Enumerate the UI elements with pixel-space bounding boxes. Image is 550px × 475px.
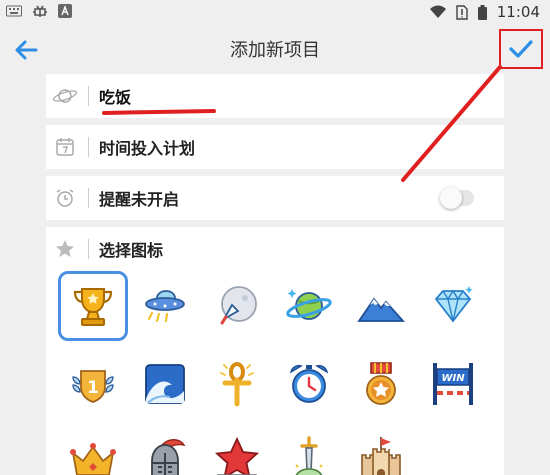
no-sim-icon	[456, 4, 468, 20]
icon-option-red-star[interactable]	[202, 425, 272, 475]
icon-option-alarm-clock[interactable]	[274, 349, 344, 419]
win-banner-icon: WIN	[433, 363, 473, 405]
row-divider	[88, 137, 89, 157]
row-divider	[88, 86, 89, 106]
medal-one-icon: 1	[72, 370, 114, 403]
icon-option-sword-stone[interactable]	[274, 425, 344, 475]
star-medal-icon	[366, 362, 396, 405]
icon-option-medal-one[interactable]: 1	[58, 349, 128, 419]
status-bar: 11:04	[0, 0, 550, 26]
icon-option-rocket-moon[interactable]	[202, 271, 272, 341]
icon-option-castle[interactable]	[346, 425, 416, 475]
icon-option-knight-helmet[interactable]	[130, 425, 200, 475]
planet-outline-icon	[46, 86, 84, 106]
app-a-icon	[58, 4, 72, 18]
reminder-label: 提醒未开启	[99, 190, 180, 209]
icon-option-trophy[interactable]	[58, 271, 128, 341]
toggle-knob	[440, 187, 462, 209]
icon-option-win-banner[interactable]: WIN	[418, 349, 488, 419]
row-divider	[88, 239, 89, 259]
icon-option-crown[interactable]	[58, 425, 128, 475]
keyboard-icon	[6, 5, 22, 17]
calendar-icon	[46, 137, 84, 157]
icon-option-planet[interactable]	[274, 271, 344, 341]
icon-picker-label: 选择图标	[99, 241, 164, 260]
icon-option-star-medal[interactable]	[346, 349, 416, 419]
icon-option-ufo[interactable]	[130, 271, 200, 341]
star-outline-icon	[46, 239, 84, 259]
castle-icon	[361, 437, 401, 475]
ankh-icon	[220, 362, 254, 407]
red-star-icon	[214, 436, 260, 475]
checkmark-icon	[509, 40, 533, 58]
rocket-moon-icon	[220, 286, 257, 325]
status-time: 11:04	[496, 3, 540, 21]
row-divider	[88, 188, 89, 208]
crown-icon	[70, 443, 116, 475]
wifi-icon	[429, 5, 446, 18]
planet-icon	[286, 289, 332, 320]
diamond-icon	[434, 286, 473, 323]
icon-picker-card: 选择图标 1 WIN	[46, 227, 504, 475]
alarm-outline-icon	[46, 188, 84, 208]
svg-text:WIN: WIN	[441, 373, 465, 384]
reminder-row: 提醒未开启	[46, 176, 504, 220]
alarm-clock-icon	[289, 364, 329, 403]
page-title: 添加新项目	[230, 40, 320, 61]
svg-text:1: 1	[87, 378, 99, 398]
app-bug-icon	[33, 5, 47, 17]
trophy-icon	[73, 288, 113, 326]
time-plan-row[interactable]: 时间投入计划	[46, 125, 504, 169]
knight-helmet-icon	[151, 439, 186, 475]
battery-icon	[477, 4, 487, 20]
icon-option-wave[interactable]	[130, 349, 200, 419]
item-name-input[interactable]	[99, 86, 399, 106]
ufo-icon	[145, 290, 185, 323]
app-bar: 添加新项目	[0, 26, 550, 72]
reminder-toggle[interactable]	[440, 187, 474, 209]
icon-option-ankh[interactable]	[202, 349, 272, 419]
icon-option-mountain[interactable]	[346, 271, 416, 341]
confirm-button[interactable]	[499, 29, 543, 69]
time-plan-label: 时间投入计划	[99, 139, 196, 158]
sword-stone-icon	[295, 436, 323, 475]
mountain-icon	[357, 297, 406, 322]
icon-option-diamond[interactable]	[418, 271, 488, 341]
wave-icon	[145, 364, 185, 404]
